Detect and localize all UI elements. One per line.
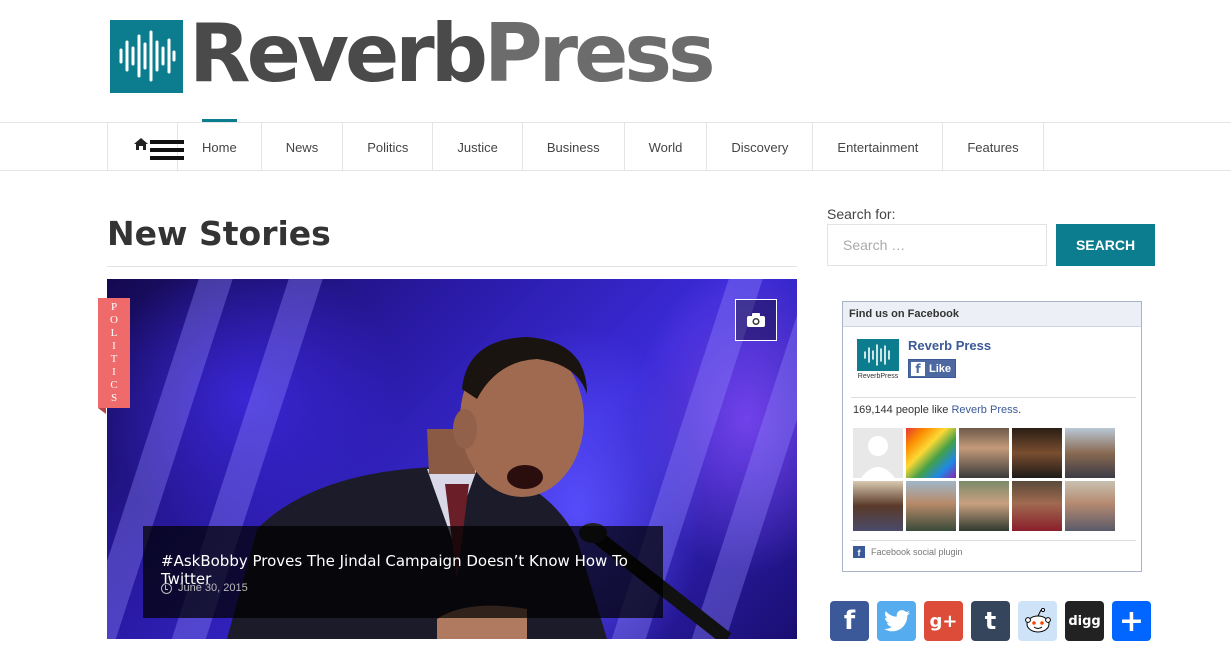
digg-share-button[interactable]: digg: [1065, 601, 1104, 641]
featured-story-caption: #AskBobby Proves The Jindal Campaign Doe…: [143, 526, 663, 618]
facebook-divider: [851, 397, 1136, 398]
facebook-box-header: Find us on Facebook: [843, 302, 1141, 327]
google-plus-share-button[interactable]: g+: [924, 601, 963, 641]
search-input[interactable]: [827, 224, 1047, 266]
nav-item-politics[interactable]: Politics: [343, 123, 434, 171]
share-plus-icon: +: [1118, 603, 1145, 639]
search-button[interactable]: SEARCH: [1056, 224, 1155, 266]
fan-avatar[interactable]: [1065, 481, 1115, 531]
site-logo[interactable]: ReverbPress: [110, 14, 716, 94]
facebook-icon: f: [911, 361, 925, 376]
google-plus-icon: g+: [929, 610, 958, 632]
logo-press: Press: [483, 7, 716, 100]
facebook-icon: f: [853, 546, 865, 558]
facebook-like-count: 169,144 people like Reverb Press.: [853, 404, 1021, 416]
tumblr-share-button[interactable]: t: [971, 601, 1010, 641]
nav-item-justice[interactable]: Justice: [433, 123, 523, 171]
clock-icon: [161, 582, 172, 594]
nav-item-news[interactable]: News: [262, 123, 344, 171]
fan-avatar[interactable]: [853, 481, 903, 531]
reddit-icon: [1024, 608, 1051, 633]
fan-avatar[interactable]: [959, 481, 1009, 531]
fan-avatar[interactable]: [853, 428, 903, 478]
facebook-like-count-end: .: [1018, 404, 1022, 416]
facebook-page-name[interactable]: Reverb Press: [908, 338, 991, 353]
category-label[interactable]: POLITICS: [98, 298, 130, 414]
facebook-icon: f: [843, 606, 856, 636]
logo-wordmark: ReverbPress: [189, 14, 716, 94]
camera-icon: [747, 313, 765, 327]
tumblr-icon: t: [984, 607, 997, 635]
soundwave-logo-icon: [857, 339, 899, 371]
gallery-button[interactable]: [735, 299, 777, 341]
fan-avatar[interactable]: [906, 428, 956, 478]
fan-avatar[interactable]: [1065, 428, 1115, 478]
reddit-share-button[interactable]: [1018, 601, 1057, 641]
nav-item-world[interactable]: World: [625, 123, 708, 171]
featured-story-date-row: June 30, 2015: [161, 582, 248, 594]
search-label: Search for:: [827, 206, 896, 222]
facebook-plugin-label: Facebook social plugin: [871, 547, 963, 557]
nav-item-entertainment[interactable]: Entertainment: [813, 123, 944, 171]
featured-story-date: June 30, 2015: [178, 582, 248, 594]
main-navigation-bar: Home News Politics Justice Business Worl…: [0, 119, 1231, 171]
section-title: New Stories: [107, 214, 331, 253]
facebook-share-button[interactable]: f: [830, 601, 869, 641]
nav-item-discovery[interactable]: Discovery: [707, 123, 814, 171]
fan-avatar[interactable]: [906, 481, 956, 531]
facebook-like-label: Like: [929, 362, 952, 375]
digg-icon: digg: [1068, 613, 1101, 629]
nav-home-menu[interactable]: [108, 123, 184, 171]
fan-avatar[interactable]: [959, 428, 1009, 478]
twitter-icon: [883, 610, 910, 632]
fan-avatar[interactable]: [1012, 428, 1062, 478]
facebook-like-button[interactable]: f Like: [908, 359, 957, 378]
facebook-divider: [851, 540, 1136, 541]
facebook-plugin-footer[interactable]: f Facebook social plugin: [853, 546, 963, 558]
title-divider: [107, 266, 797, 267]
facebook-avatar-caption: ReverbPress: [857, 373, 899, 380]
nav-item-business[interactable]: Business: [523, 123, 625, 171]
fan-avatar[interactable]: [1012, 481, 1062, 531]
facebook-like-box: Find us on Facebook ReverbPress Reverb P…: [842, 301, 1142, 572]
main-navigation: Home News Politics Justice Business Worl…: [107, 119, 1044, 171]
facebook-page-link[interactable]: Reverb Press: [951, 404, 1018, 416]
share-more-button[interactable]: +: [1112, 601, 1151, 641]
social-share-row: f g+ t digg +: [830, 601, 1151, 641]
logo-reverb: Reverb: [189, 7, 488, 100]
twitter-share-button[interactable]: [877, 601, 916, 641]
facebook-like-count-text: 169,144 people like: [853, 404, 952, 416]
soundwave-logo-icon: [110, 19, 183, 93]
nav-item-home[interactable]: Home: [178, 119, 262, 171]
facebook-page-avatar[interactable]: ReverbPress: [857, 339, 899, 381]
facebook-fan-faces: [853, 428, 1118, 531]
nav-item-features[interactable]: Features: [943, 123, 1044, 171]
